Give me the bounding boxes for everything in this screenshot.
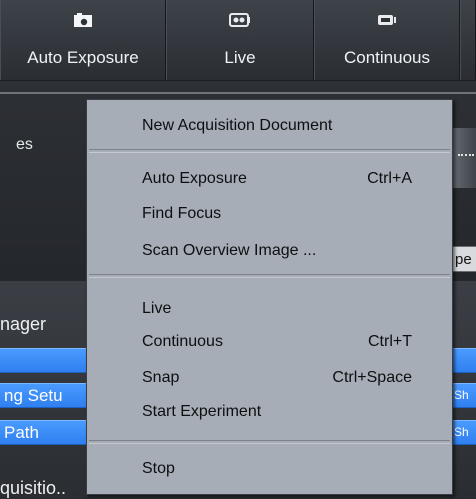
dotted-line-icon	[458, 154, 474, 160]
menu-item-label: New Acquisition Document	[142, 117, 333, 134]
menu-item-start-experiment[interactable]: Start Experiment	[87, 399, 452, 425]
menu-item-stop[interactable]: Stop	[87, 456, 452, 482]
camera-icon	[74, 13, 92, 27]
panel-divider	[0, 92, 476, 94]
list-item-path[interactable]: Path	[0, 420, 86, 445]
acquisition-section-title: quisitio..	[0, 478, 67, 498]
menu-item-live[interactable]: Live	[87, 296, 452, 322]
continuous-camera-icon	[378, 15, 396, 25]
panel-label-fragment: es	[16, 136, 33, 153]
menu-item-label: Snap	[142, 369, 180, 386]
menu-item-label: Auto Exposure	[142, 170, 247, 187]
continuous-button[interactable]: Continuous	[314, 0, 460, 80]
menu-item-scan-overview-image[interactable]: Scan Overview Image ...	[87, 238, 452, 264]
auto-exposure-button[interactable]: Auto Exposure	[0, 0, 166, 80]
menu-separator	[89, 274, 450, 278]
menu-item-label: Find Focus	[142, 205, 222, 222]
menu-item-find-focus[interactable]: Find Focus	[87, 201, 452, 227]
live-button[interactable]: Live	[166, 0, 314, 80]
manager-section-title: nager	[0, 314, 47, 334]
menu-item-shortcut: Ctrl+Space	[332, 369, 412, 386]
menu-separator	[89, 149, 450, 153]
menu-item-label: Live	[142, 300, 172, 317]
acquisition-context-menu: New Acquisition Document Auto Exposure C…	[86, 99, 453, 495]
menu-item-label: Scan Overview Image ...	[142, 242, 317, 259]
menu-item-new-acquisition-document[interactable]: New Acquisition Document	[87, 113, 452, 139]
live-label: Live	[224, 48, 256, 67]
list-item-setup[interactable]: ng Setu	[0, 383, 86, 408]
menu-item-label: Stop	[142, 460, 175, 477]
acquisition-toolbar: Auto Exposure Live Continuous	[0, 0, 476, 81]
app-window: Auto Exposure Live Continuous es pe nage…	[0, 0, 476, 499]
menu-item-label: Start Experiment	[142, 403, 262, 420]
auto-exposure-label: Auto Exposure	[27, 48, 139, 67]
menu-separator	[89, 440, 450, 444]
menu-item-label: Continuous	[142, 333, 223, 350]
toolbar-overflow-button[interactable]	[460, 0, 476, 80]
preview-thumbnail	[450, 128, 476, 188]
menu-item-continuous[interactable]: Continuous Ctrl+T	[87, 329, 452, 355]
menu-item-auto-exposure[interactable]: Auto Exposure Ctrl+A	[87, 166, 452, 192]
side-button[interactable]: pe	[450, 246, 476, 272]
menu-item-snap[interactable]: Snap Ctrl+Space	[87, 365, 452, 391]
continuous-label: Continuous	[343, 48, 430, 67]
live-camera-icon	[229, 13, 250, 27]
menu-item-shortcut: Ctrl+T	[368, 333, 412, 350]
menu-item-shortcut: Ctrl+A	[367, 170, 412, 187]
